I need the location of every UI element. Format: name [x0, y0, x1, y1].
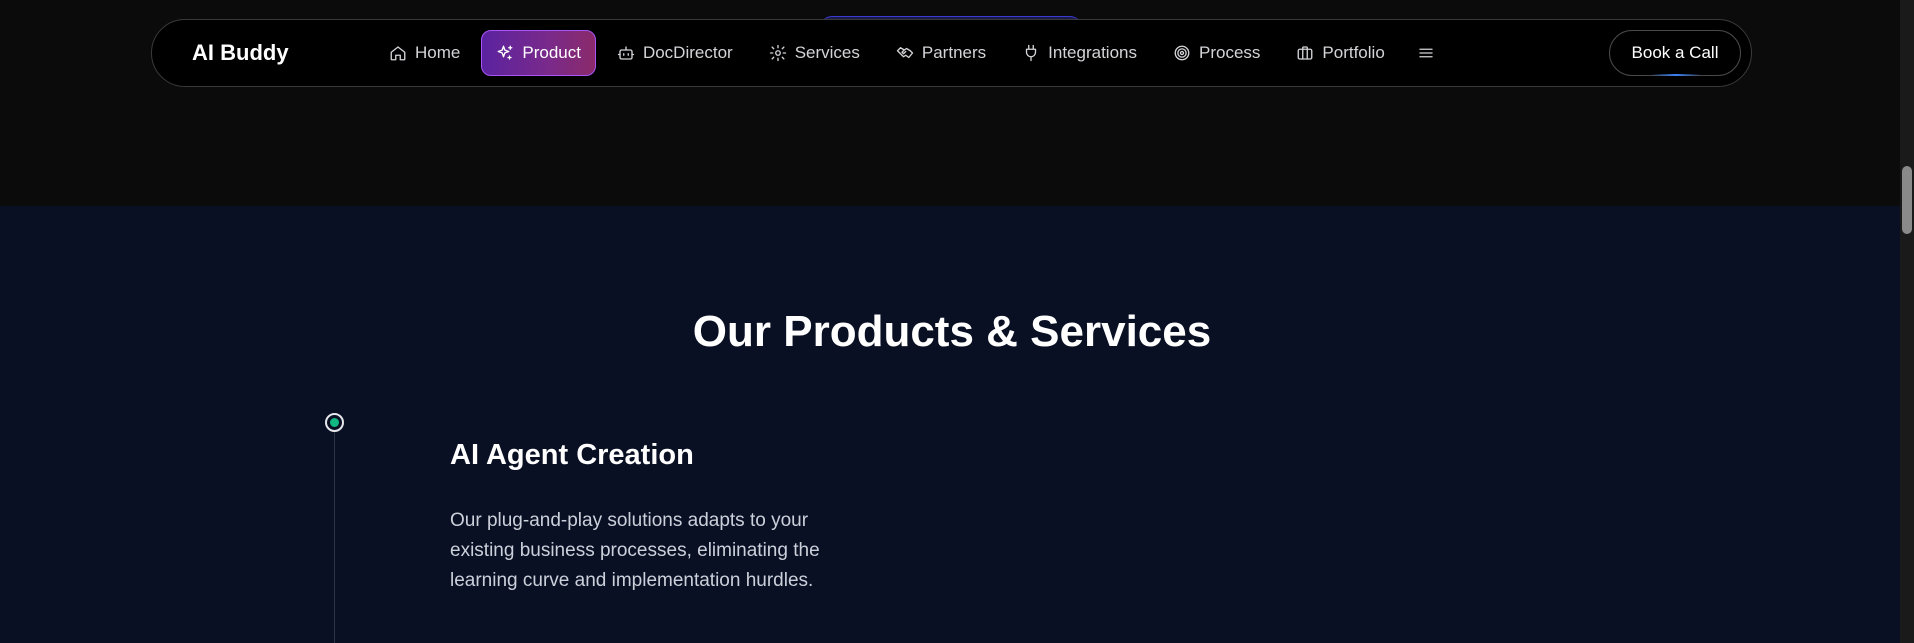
book-call-button[interactable]: Book a Call	[1609, 30, 1741, 76]
scrollbar-thumb[interactable]	[1902, 166, 1912, 234]
nav-item-label: Product	[522, 43, 581, 62]
section-title: Our Products & Services	[692, 307, 1212, 356]
briefcase-icon	[1296, 44, 1314, 62]
navbar: AI Buddy Home Product DocDirector Servic…	[151, 19, 1752, 87]
nav-item-integrations[interactable]: Integrations	[1007, 30, 1152, 76]
vertical-scrollbar[interactable]	[1900, 0, 1914, 643]
nav-item-partners[interactable]: Partners	[881, 30, 1001, 76]
nav-item-services[interactable]: Services	[754, 30, 875, 76]
nav-item-label: Process	[1198, 43, 1261, 62]
bot-icon	[617, 44, 635, 62]
timeline-item-description: Our plug-and-play solutions adapts to yo…	[450, 510, 820, 591]
sparkles-icon	[496, 44, 514, 62]
nav-item-docdirector[interactable]: DocDirector	[602, 30, 748, 76]
nav-item-portfolio[interactable]: Portfolio	[1281, 30, 1399, 76]
hamburger-menu-icon[interactable]	[1406, 30, 1446, 76]
handshake-icon	[896, 44, 914, 62]
nav-item-process[interactable]: Process	[1158, 30, 1275, 76]
home-icon	[389, 44, 407, 62]
products-services-section: Our Products & Services AI Agent Creatio…	[0, 206, 1914, 643]
nav-item-label: Integrations	[1048, 43, 1137, 62]
nav-item-label: Services	[794, 43, 860, 62]
plug-icon	[1022, 44, 1040, 62]
timeline-line	[334, 426, 335, 643]
nav-item-label: DocDirector	[642, 43, 733, 62]
page: AI Buddy Home Product DocDirector Servic…	[0, 0, 1914, 643]
nav-item-home[interactable]: Home	[374, 30, 475, 76]
nav-menu: Home Product DocDirector Services Partne…	[374, 30, 1446, 76]
target-icon	[1173, 44, 1191, 62]
decorative-glow	[1651, 74, 1701, 76]
timeline-item-title: AI Agent Creation	[450, 439, 694, 471]
nav-item-label: Partners	[921, 43, 987, 62]
brand-logo[interactable]: AI Buddy	[192, 40, 289, 66]
nav-item-label: Portfolio	[1322, 43, 1385, 62]
gear-icon	[769, 44, 787, 62]
nav-item-product[interactable]: Product	[481, 30, 596, 76]
nav-item-label: Home	[415, 43, 461, 62]
timeline-dot-icon	[325, 413, 344, 432]
